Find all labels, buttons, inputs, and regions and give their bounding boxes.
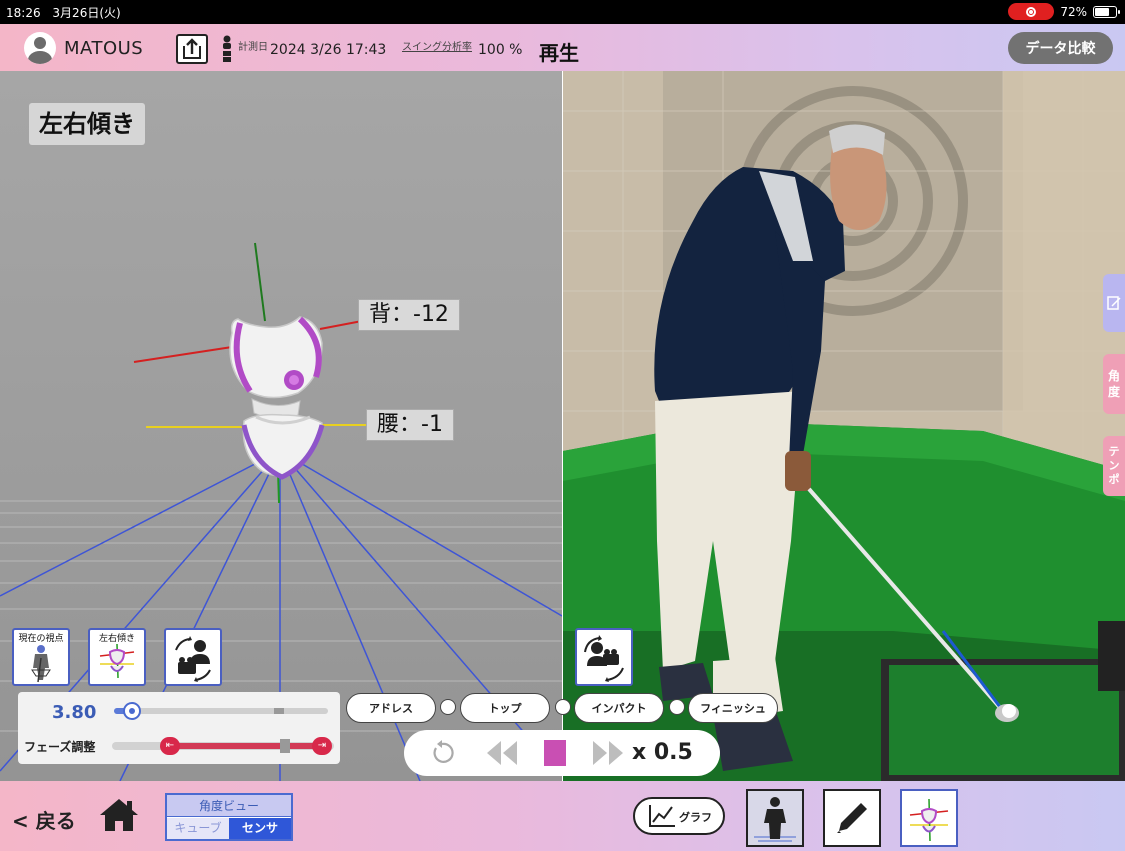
fast-forward-icon [593,741,623,765]
phase-adjust-label: フェーズ調整 [24,740,96,754]
person-icon [754,797,796,842]
fast-forward-button[interactable] [590,730,626,776]
angle-tab[interactable]: 角 度 [1103,354,1125,414]
upper-body-sensor [229,316,323,419]
view-title: 左右傾き [29,103,145,145]
data-compare-button[interactable]: データ比較 [1008,32,1113,64]
swing-video[interactable] [563,71,1125,781]
body-view-button[interactable] [746,789,804,847]
camera-rotate-icon [584,635,624,682]
hip-angle-label: 腰：-1 [366,409,454,441]
phase-end-handle[interactable]: ⇥ [312,737,332,755]
line-graph-icon [649,805,675,827]
graph-button[interactable]: グラフ [633,797,725,835]
camera-rotate-button[interactable] [164,628,222,686]
back-angle-label: 背：-12 [358,299,460,331]
measure-date-label: 計測日 [238,42,268,53]
rewind-icon [487,741,517,765]
phase-dot[interactable] [440,699,456,715]
battery-icon [1093,5,1120,18]
sensor-3d-view[interactable]: 左右傾き 背：-12 腰：-1 [0,71,562,781]
rewind-button[interactable] [484,730,520,776]
replay-button[interactable] [424,730,460,776]
user-name[interactable]: MATOUS [64,38,143,59]
golfer-video-frame [563,71,1125,781]
golfer-front-icon [31,645,51,683]
phase-dot[interactable] [555,699,571,715]
bottom-toolbar: < 戻る 角度ビュー キューブ センサ グラフ [0,781,1125,851]
floor-grid [0,242,562,781]
memo-tab[interactable] [1103,274,1125,332]
playback-bar: x 0.5 [404,730,720,776]
video-camera-rotate-button[interactable] [575,628,633,686]
stop-button[interactable] [540,730,570,776]
battery-percent: 72% [1060,4,1087,19]
stop-icon [544,740,566,766]
play-state: 再生 [539,41,579,65]
playback-position-slider[interactable] [114,702,328,720]
phase-start-handle[interactable]: ⇤ [160,737,180,755]
back-button[interactable]: < 戻る [12,805,76,834]
status-bar: 18:26 3月26日(火) 72% [0,0,1125,24]
screen-record-indicator[interactable] [1008,3,1055,20]
sensor-view-button[interactable] [900,789,958,847]
angle-view-sensor-option[interactable]: センサ [229,818,291,839]
tilt-view-button[interactable]: 左右傾き [88,628,146,686]
sensor-tilt-icon [909,798,949,842]
swing-rate-label: スイング分析率 [402,42,472,53]
status-time: 18:26 [6,6,41,20]
sensor-pair-icon [223,35,231,62]
angle-view-cube-option[interactable]: キューブ [167,818,229,839]
phase-impact-button[interactable]: インパクト [574,693,664,723]
export-button[interactable] [176,34,208,64]
current-view-button[interactable]: 現在の視点 [12,628,70,686]
export-icon [183,38,201,59]
playback-control-panel: 3.80 フェーズ調整 ⇤ ⇥ [18,692,340,764]
pencil-icon [837,803,867,833]
tempo-tab[interactable]: テ ン ポ [1103,436,1125,496]
angle-view-toggle: 角度ビュー キューブ センサ [165,793,293,841]
phase-top-button[interactable]: トップ [460,693,550,723]
status-date: 3月26日(火) [52,6,121,20]
replay-icon [433,740,454,763]
phase-finish-button[interactable]: フィニッシュ [688,693,778,723]
angle-view-title: 角度ビュー [167,795,291,817]
playback-speed[interactable]: x 0.5 [632,740,693,765]
sensor-tilt-icon [99,643,135,679]
avatar[interactable] [24,32,56,64]
record-icon [1026,6,1037,17]
app-header: MATOUS 計測日 2024 3/26 17:43 スイング分析率 100 %… [0,24,1125,71]
playback-position-value: 3.80 [52,702,97,723]
phase-dot[interactable] [669,699,685,715]
home-icon[interactable] [98,795,140,835]
edit-note-icon [1107,296,1121,310]
camera-rotate-icon [175,636,211,682]
draw-button[interactable] [823,789,881,847]
hip-sensor [241,413,325,480]
phase-adjust-slider[interactable]: ⇤ ⇥ [112,737,334,755]
measure-date: 2024 3/26 17:43 [270,42,387,58]
slider-knob[interactable] [122,702,141,720]
swing-rate-value: 100 % [478,42,523,58]
app-window: 18:26 3月26日(火) 72% MATOUS 計測日 2024 3/26 … [0,0,1125,851]
phase-address-button[interactable]: アドレス [346,693,436,723]
